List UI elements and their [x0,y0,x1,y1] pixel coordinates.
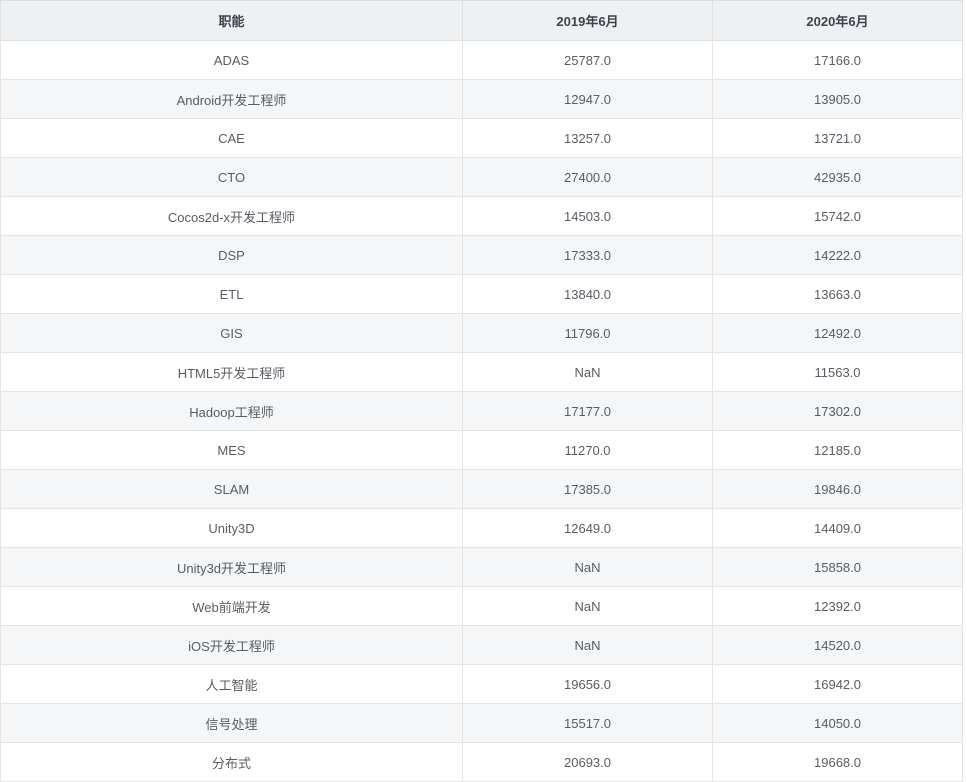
value-2020-cell: 42935.0 [712,157,963,197]
value-2020-cell: 19846.0 [712,469,963,509]
table-row: iOS开发工程师 NaN 14520.0 [0,625,963,665]
table-row: DSP 17333.0 14222.0 [0,235,963,275]
value-2020-cell: 12392.0 [712,586,963,626]
value-2020-cell: 12185.0 [712,430,963,470]
value-2019-cell: 14503.0 [462,196,713,236]
role-cell: DSP [0,235,463,275]
value-2019-cell: 15517.0 [462,703,713,743]
value-2019-cell: NaN [462,625,713,665]
role-cell: CAE [0,118,463,158]
value-2020-cell: 17302.0 [712,391,963,431]
value-2020-cell: 11563.0 [712,352,963,392]
value-2020-cell: 14050.0 [712,703,963,743]
value-2020-cell: 16942.0 [712,664,963,704]
table-row: SLAM 17385.0 19846.0 [0,469,963,509]
column-header-role: 职能 [0,0,463,41]
value-2019-cell: 13840.0 [462,274,713,314]
role-cell: iOS开发工程师 [0,625,463,665]
table-row: 人工智能 19656.0 16942.0 [0,664,963,704]
role-cell: 人工智能 [0,664,463,704]
value-2020-cell: 13721.0 [712,118,963,158]
value-2020-cell: 15742.0 [712,196,963,236]
table-row: Hadoop工程师 17177.0 17302.0 [0,391,963,431]
value-2019-cell: 13257.0 [462,118,713,158]
table-row: Cocos2d-x开发工程师 14503.0 15742.0 [0,196,963,236]
table-row: CAE 13257.0 13721.0 [0,118,963,158]
table-row: CTO 27400.0 42935.0 [0,157,963,197]
table-row: GIS 11796.0 12492.0 [0,313,963,353]
role-cell: Web前端开发 [0,586,463,626]
value-2019-cell: 12947.0 [462,79,713,119]
value-2019-cell: 17333.0 [462,235,713,275]
role-cell: HTML5开发工程师 [0,352,463,392]
role-cell: Android开发工程师 [0,79,463,119]
table-row: ETL 13840.0 13663.0 [0,274,963,314]
value-2020-cell: 13905.0 [712,79,963,119]
value-2019-cell: 17177.0 [462,391,713,431]
role-cell: Hadoop工程师 [0,391,463,431]
value-2020-cell: 17166.0 [712,40,963,80]
role-cell: ETL [0,274,463,314]
value-2020-cell: 19668.0 [712,742,963,782]
value-2020-cell: 14222.0 [712,235,963,275]
value-2019-cell: NaN [462,586,713,626]
table-row: MES 11270.0 12185.0 [0,430,963,470]
value-2019-cell: 12649.0 [462,508,713,548]
role-cell: GIS [0,313,463,353]
value-2020-cell: 13663.0 [712,274,963,314]
table-row: 信号处理 15517.0 14050.0 [0,703,963,743]
role-cell: Cocos2d-x开发工程师 [0,196,463,236]
role-cell: SLAM [0,469,463,509]
table-row: Unity3d开发工程师 NaN 15858.0 [0,547,963,587]
table-row: Unity3D 12649.0 14409.0 [0,508,963,548]
role-cell: 分布式 [0,742,463,782]
role-cell: ADAS [0,40,463,80]
value-2019-cell: NaN [462,547,713,587]
role-cell: Unity3D [0,508,463,548]
table-body: ADAS 25787.0 17166.0 Android开发工程师 12947.… [0,40,963,782]
value-2020-cell: 12492.0 [712,313,963,353]
value-2019-cell: 17385.0 [462,469,713,509]
value-2019-cell: 25787.0 [462,40,713,80]
header-row: 职能 2019年6月 2020年6月 [0,0,963,41]
table-row: Android开发工程师 12947.0 13905.0 [0,79,963,119]
value-2019-cell: 11796.0 [462,313,713,353]
table-row: HTML5开发工程师 NaN 11563.0 [0,352,963,392]
value-2019-cell: 20693.0 [462,742,713,782]
table-row: ADAS 25787.0 17166.0 [0,40,963,80]
value-2020-cell: 14520.0 [712,625,963,665]
role-cell: 信号处理 [0,703,463,743]
table-row: Web前端开发 NaN 12392.0 [0,586,963,626]
column-header-2019-06: 2019年6月 [462,0,713,41]
role-cell: Unity3d开发工程师 [0,547,463,587]
value-2019-cell: 11270.0 [462,430,713,470]
column-header-2020-06: 2020年6月 [712,0,963,41]
role-cell: MES [0,430,463,470]
value-2020-cell: 15858.0 [712,547,963,587]
role-cell: CTO [0,157,463,197]
value-2019-cell: 27400.0 [462,157,713,197]
value-2020-cell: 14409.0 [712,508,963,548]
table-row: 分布式 20693.0 19668.0 [0,742,963,782]
value-2019-cell: 19656.0 [462,664,713,704]
salary-table: 职能 2019年6月 2020年6月 ADAS 25787.0 17166.0 … [0,0,963,782]
value-2019-cell: NaN [462,352,713,392]
page: 职能 2019年6月 2020年6月 ADAS 25787.0 17166.0 … [0,0,967,782]
